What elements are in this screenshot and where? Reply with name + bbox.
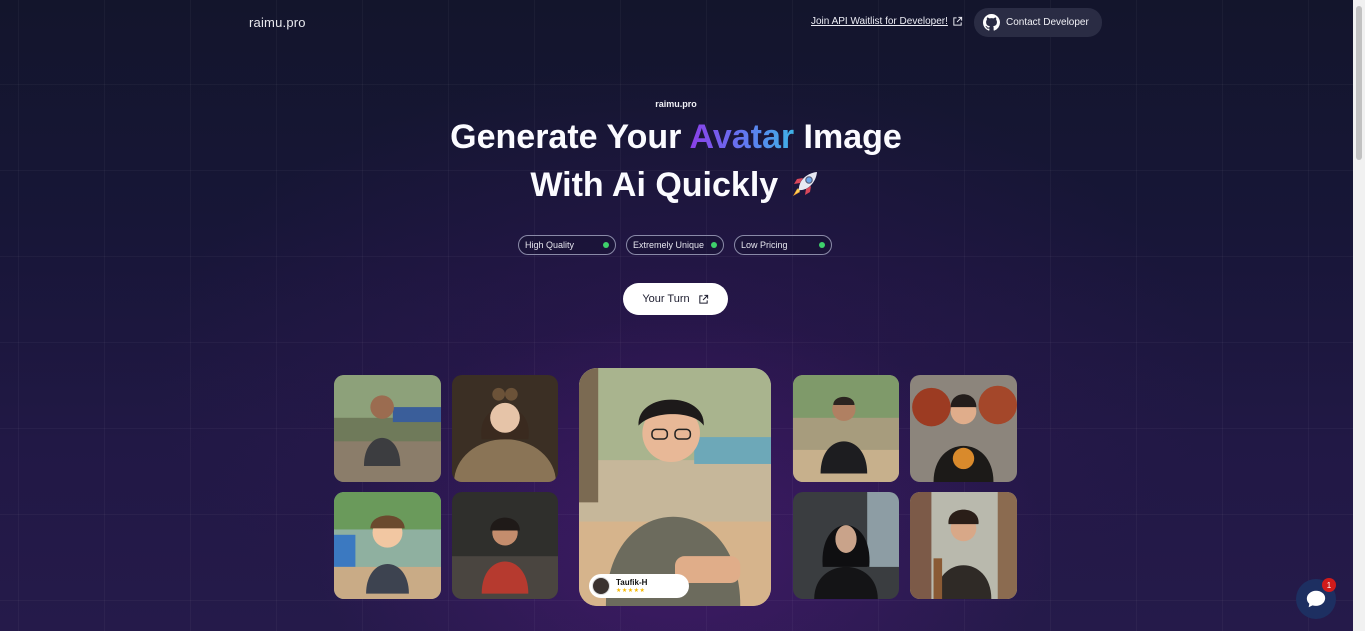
feature-label: High Quality bbox=[525, 240, 575, 250]
api-waitlist-link[interactable]: Join API Waitlist for Developer! bbox=[811, 16, 963, 27]
hero-title-accent: Avatar bbox=[689, 118, 795, 156]
hero-eyebrow: raimu.pro bbox=[655, 99, 697, 109]
github-icon bbox=[983, 14, 1000, 31]
hero-title-part2: Image bbox=[794, 118, 902, 156]
hero-title: Generate Your Avatar Image With Ai Quick… bbox=[0, 113, 1352, 209]
external-link-icon bbox=[698, 294, 708, 304]
status-dot bbox=[819, 242, 825, 248]
status-dot bbox=[711, 242, 717, 248]
avatar-sample-image bbox=[334, 492, 441, 599]
chat-bubble-icon bbox=[1306, 590, 1326, 608]
feature-pill: Low Pricing bbox=[734, 235, 832, 255]
avatar bbox=[592, 577, 610, 595]
feature-pill: High Quality bbox=[518, 235, 616, 255]
featured-avatar-image bbox=[579, 368, 771, 606]
avatar-sample-image bbox=[452, 375, 558, 482]
avatar-sample-image bbox=[452, 492, 558, 599]
avatar-sample-image bbox=[793, 492, 899, 599]
your-turn-button[interactable]: Your Turn bbox=[623, 283, 728, 315]
external-link-icon bbox=[953, 16, 963, 26]
contact-developer-button[interactable]: Contact Developer bbox=[974, 8, 1102, 37]
api-waitlist-label: Join API Waitlist for Developer! bbox=[811, 16, 948, 27]
brand-logo[interactable]: raimu.pro bbox=[249, 15, 306, 30]
status-dot bbox=[603, 242, 609, 248]
rocket-icon bbox=[792, 172, 817, 196]
avatar-sample-image bbox=[793, 375, 899, 482]
feature-label: Extremely Unique bbox=[633, 240, 705, 250]
feature-pills: High Quality Extremely Unique Low Pricin… bbox=[518, 235, 832, 255]
feature-label: Low Pricing bbox=[741, 240, 788, 250]
contact-developer-label: Contact Developer bbox=[1006, 17, 1089, 28]
avatar-sample-image bbox=[910, 375, 1017, 482]
review-card: Taufik-H ★★★★★ bbox=[589, 574, 689, 598]
feature-pill: Extremely Unique bbox=[626, 235, 724, 255]
hero-title-part1: Generate Your bbox=[450, 118, 690, 156]
avatar-sample-image bbox=[334, 375, 441, 482]
page-scrollbar[interactable] bbox=[1353, 0, 1365, 631]
scrollbar-thumb[interactable] bbox=[1356, 6, 1362, 160]
rating-stars: ★★★★★ bbox=[616, 586, 646, 594]
your-turn-label: Your Turn bbox=[642, 293, 690, 305]
notification-badge: 1 bbox=[1322, 578, 1336, 592]
avatar-sample-image bbox=[910, 492, 1017, 599]
reviewer-name: Taufik-H bbox=[616, 577, 648, 587]
hero-title-line2: With Ai Quickly bbox=[530, 166, 779, 204]
